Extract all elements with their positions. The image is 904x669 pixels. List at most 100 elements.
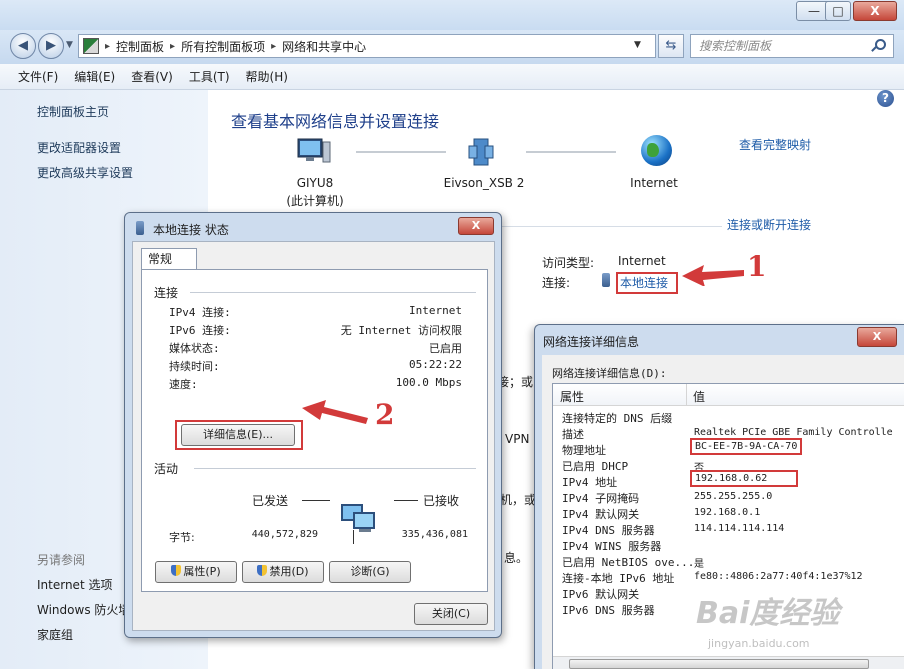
dialog-title: 本地连接 状态	[153, 223, 229, 237]
properties-button[interactable]: 属性(P)	[155, 561, 237, 583]
disable-button[interactable]: 禁用(D)	[242, 561, 324, 583]
text-fragment: 机，或	[500, 493, 537, 507]
dialog-title: 网络连接详细信息	[543, 335, 640, 349]
ipv6-connection-value: 无 Internet 访问权限	[340, 324, 462, 337]
chevron-right-icon: ▸	[105, 40, 111, 52]
node-computer-name: GIYU8	[296, 176, 334, 190]
annotation-number-1: 1	[747, 250, 767, 283]
change-adapter-settings-link[interactable]: 更改适配器设置	[37, 139, 121, 156]
windows-firewall-link[interactable]: Windows 防火墙	[37, 601, 127, 618]
control-panel-home-link[interactable]: 控制面板主页	[37, 103, 109, 120]
help-icon[interactable]: ?	[877, 90, 894, 107]
close-dialog-button[interactable]: 关闭(C)	[414, 603, 488, 625]
network-connection-line	[356, 151, 446, 153]
physical-address-value: BC-EE-7B-9A-CA-70	[690, 438, 803, 455]
ipv4-address-value: 192.168.0.62	[690, 470, 798, 487]
watermark-url: jingyan.baidu.com	[708, 637, 810, 650]
detail-property: IPv4 子网掩码	[562, 492, 640, 505]
text-fragment: VPN	[505, 432, 530, 446]
horizontal-scrollbar[interactable]	[553, 656, 904, 669]
sent-line	[302, 500, 330, 501]
column-header-property[interactable]: 属性	[560, 388, 584, 405]
view-full-map-link[interactable]: 查看完整映射	[739, 136, 811, 153]
uac-shield-icon	[257, 565, 268, 576]
tab-general[interactable]: 常规	[141, 248, 197, 270]
menu-help[interactable]: 帮助(H)	[246, 68, 288, 85]
search-icon[interactable]	[875, 39, 886, 50]
address-toolbar: ◀ ▶ ▼ ▸ 控制面板 ▸ 所有控制面板项 ▸ 网络和共享中心 ▼ ⇆ 搜索控…	[0, 30, 904, 64]
bytes-label: 字节:	[169, 531, 195, 544]
menu-tools[interactable]: 工具(T)	[189, 68, 230, 85]
detail-property: IPv4 默认网关	[562, 508, 640, 521]
close-button[interactable]: X	[853, 1, 897, 21]
disable-button-label: 禁用(D)	[269, 565, 309, 578]
internet-options-link[interactable]: Internet 选项	[37, 576, 112, 593]
connect-or-disconnect-link[interactable]: 连接或断开连接	[727, 216, 811, 233]
sent-label: 已发送	[252, 494, 289, 508]
computer-icon	[297, 138, 331, 163]
arrow-right-icon: ▶	[46, 38, 56, 53]
column-header-value[interactable]: 值	[693, 388, 705, 405]
ipv4-connection-label: IPv4 连接:	[169, 306, 231, 319]
local-connection-link[interactable]: 本地连接	[616, 272, 678, 294]
received-label: 已接收	[423, 494, 460, 508]
group-divider	[194, 468, 476, 469]
menu-bar: 文件(F) 编辑(E) 查看(V) 工具(T) 帮助(H)	[0, 64, 904, 90]
search-input[interactable]: 搜索控制面板	[690, 34, 894, 58]
back-button[interactable]: ◀	[10, 33, 36, 59]
detail-value: fe80::4806:2a77:40f4:1e37%12	[694, 571, 863, 582]
dialog-body: 常规 连接 IPv4 连接: Internet IPv6 连接: 无 Inter…	[132, 241, 495, 631]
properties-button-label: 属性(P)	[183, 565, 221, 578]
received-line	[394, 500, 418, 501]
column-divider[interactable]	[686, 384, 687, 406]
menu-edit[interactable]: 编辑(E)	[74, 68, 115, 85]
details-caption: 网络连接详细信息(D):	[552, 367, 667, 380]
ipv4-connection-value: Internet	[409, 304, 462, 317]
page-title: 查看基本网络信息并设置连接	[231, 112, 440, 131]
maximize-button[interactable]: □	[825, 1, 851, 21]
menu-file[interactable]: 文件(F)	[18, 68, 58, 85]
breadcrumb-item[interactable]: 所有控制面板项	[181, 38, 265, 55]
media-state-label: 媒体状态:	[169, 342, 220, 355]
detail-property: 物理地址	[562, 444, 606, 457]
change-sharing-settings-link[interactable]: 更改高级共享设置	[37, 164, 133, 181]
detail-property: 连接-本地 IPv6 地址	[562, 572, 675, 585]
scrollbar-thumb[interactable]	[569, 659, 869, 669]
menu-view[interactable]: 查看(V)	[131, 68, 173, 85]
media-state-value: 已启用	[429, 342, 462, 355]
detail-value: Realtek PCIe GBE Family Controlle	[694, 427, 893, 438]
control-panel-icon	[83, 38, 99, 54]
connection-group-title: 连接	[154, 286, 179, 300]
breadcrumb-item[interactable]: 网络和共享中心	[282, 38, 366, 55]
annotation-arrow	[682, 265, 744, 286]
ipv6-connection-label: IPv6 连接:	[169, 324, 231, 337]
detail-property: IPv6 默认网关	[562, 588, 640, 601]
forward-button[interactable]: ▶	[38, 33, 64, 59]
homegroup-link[interactable]: 家庭组	[37, 626, 73, 643]
breadcrumb-item[interactable]: 控制面板	[116, 38, 164, 55]
close-button[interactable]: X	[857, 327, 897, 347]
refresh-button[interactable]: ⇆	[658, 34, 684, 58]
address-dropdown-icon[interactable]: ▼	[634, 40, 641, 50]
detail-value: 192.168.0.1	[694, 507, 761, 518]
speed-value: 100.0 Mbps	[395, 376, 462, 389]
details-button[interactable]: 详细信息(E)...	[181, 424, 295, 446]
breadcrumb[interactable]: ▸ 控制面板 ▸ 所有控制面板项 ▸ 网络和共享中心	[78, 34, 656, 58]
bytes-sent-value: 440,572,829	[251, 529, 318, 540]
diagnose-button[interactable]: 诊断(G)	[329, 561, 411, 583]
detail-property: IPv6 DNS 服务器	[562, 604, 655, 617]
recent-pages-dropdown-icon[interactable]: ▼	[66, 40, 73, 50]
access-type-label: 访问类型:	[542, 256, 595, 270]
annotation-arrow	[302, 400, 368, 424]
group-divider	[190, 292, 476, 293]
detail-property: IPv4 DNS 服务器	[562, 524, 655, 537]
ethernet-plug-icon	[136, 221, 144, 235]
see-also-heading: 另请参阅	[37, 553, 86, 567]
duration-value: 05:22:22	[409, 358, 462, 371]
close-button[interactable]: X	[458, 217, 494, 235]
detail-value: 是	[694, 559, 704, 570]
window-titlebar	[0, 0, 904, 30]
ethernet-plug-icon	[602, 273, 610, 287]
node-internet-name: Internet	[630, 176, 678, 190]
activity-group-title: 活动	[154, 462, 179, 476]
